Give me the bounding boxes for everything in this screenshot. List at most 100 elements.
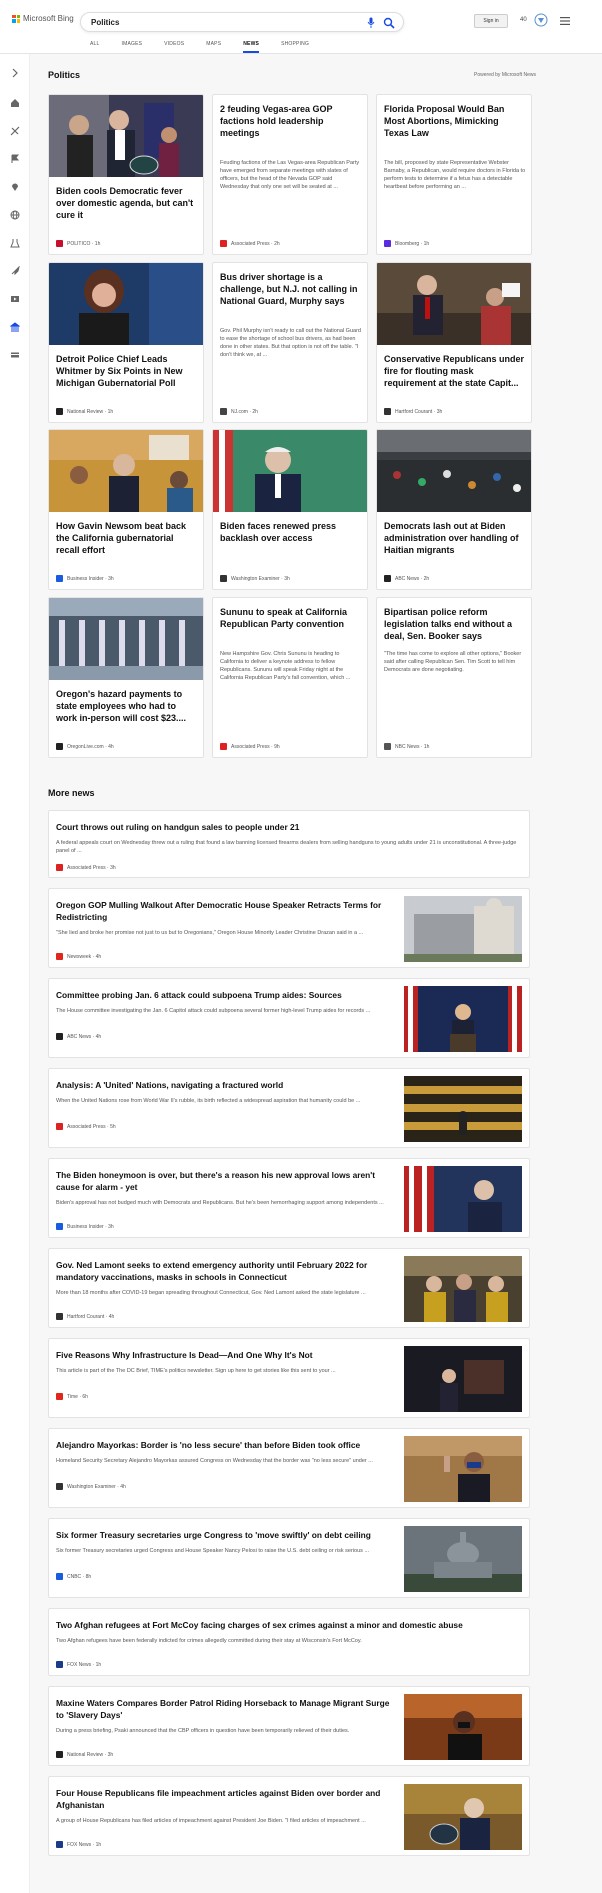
tab-videos[interactable]: VIDEOS bbox=[164, 41, 184, 53]
card-source[interactable]: ABC News · 2h bbox=[384, 575, 429, 582]
card-source[interactable]: POLITICO · 1h bbox=[56, 240, 100, 247]
news-row[interactable]: Oregon GOP Mulling Walkout After Democra… bbox=[48, 888, 530, 968]
news-row[interactable]: Five Reasons Why Infrastructure Is Dead—… bbox=[48, 1338, 530, 1418]
row-source[interactable]: ABC News · 4h bbox=[56, 1033, 101, 1040]
search-input[interactable]: Politics bbox=[91, 18, 119, 27]
row-title[interactable]: Six former Treasury secretaries urge Con… bbox=[56, 1529, 396, 1541]
row-source[interactable]: Business Insider · 3h bbox=[56, 1223, 114, 1230]
news-row[interactable]: Two Afghan refugees at Fort McCoy facing… bbox=[48, 1608, 530, 1676]
tab-maps[interactable]: MAPS bbox=[206, 41, 221, 53]
news-card[interactable]: 2 feuding Vegas-area GOP factions hold l… bbox=[212, 94, 368, 255]
card-title[interactable]: Bus driver shortage is a challenge, but … bbox=[220, 271, 362, 307]
news-row[interactable]: Committee probing Jan. 6 attack could su… bbox=[48, 978, 530, 1058]
video-icon[interactable] bbox=[10, 294, 20, 304]
news-row[interactable]: Maxine Waters Compares Border Patrol Rid… bbox=[48, 1686, 530, 1766]
news-row[interactable]: Alejandro Mayorkas: Border is 'no less s… bbox=[48, 1428, 530, 1508]
card-title[interactable]: Florida Proposal Would Ban Most Abortion… bbox=[384, 103, 526, 139]
search-icon[interactable] bbox=[383, 17, 395, 29]
card-source[interactable]: Business Insider · 3h bbox=[56, 575, 114, 582]
news-card[interactable]: Oregon's hazard payments to state employ… bbox=[48, 597, 204, 758]
card-source[interactable]: Bloomberg · 1h bbox=[384, 240, 429, 247]
card-source[interactable]: Associated Press · 2h bbox=[220, 240, 280, 247]
row-source[interactable]: Associated Press · 5h bbox=[56, 1123, 116, 1130]
card-title[interactable]: Oregon's hazard payments to state employ… bbox=[56, 688, 198, 724]
row-title[interactable]: Five Reasons Why Infrastructure Is Dead—… bbox=[56, 1349, 396, 1361]
menu-icon[interactable] bbox=[560, 17, 570, 25]
row-title[interactable]: Court throws out ruling on handgun sales… bbox=[56, 821, 522, 833]
card-source[interactable]: NBC News · 1h bbox=[384, 743, 429, 750]
row-source[interactable]: FOX News · 1h bbox=[56, 1841, 101, 1848]
money-icon[interactable] bbox=[10, 350, 20, 360]
news-card[interactable]: Conservative Republicans under fire for … bbox=[376, 262, 532, 423]
sign-in-button[interactable]: Sign in bbox=[474, 14, 508, 28]
row-snippet: When the United Nations rose from World … bbox=[56, 1098, 361, 1104]
tab-images[interactable]: IMAGES bbox=[122, 41, 143, 53]
news-row[interactable]: Gov. Ned Lamont seeks to extend emergenc… bbox=[48, 1248, 530, 1328]
expand-icon[interactable] bbox=[10, 68, 20, 78]
politics-icon[interactable] bbox=[10, 322, 20, 332]
search-box[interactable]: Politics bbox=[80, 12, 404, 32]
row-title[interactable]: The Biden honeymoon is over, but there's… bbox=[56, 1169, 396, 1193]
card-title[interactable]: How Gavin Newsom beat back the Californi… bbox=[56, 520, 198, 556]
science-icon[interactable] bbox=[10, 238, 20, 248]
news-card[interactable]: Bipartisan police reform legislation tal… bbox=[376, 597, 532, 758]
card-source[interactable]: Washington Examiner · 3h bbox=[220, 575, 290, 582]
row-source[interactable]: Hartford Courant · 4h bbox=[56, 1313, 114, 1320]
news-row[interactable]: The Biden honeymoon is over, but there's… bbox=[48, 1158, 530, 1238]
microphone-icon[interactable] bbox=[367, 17, 375, 29]
row-source[interactable]: FOX News · 1h bbox=[56, 1661, 101, 1668]
tools-icon[interactable] bbox=[10, 126, 20, 136]
row-source[interactable]: Associated Press · 3h bbox=[56, 864, 116, 871]
card-source[interactable]: Associated Press · 9h bbox=[220, 743, 280, 750]
location-icon[interactable] bbox=[10, 182, 20, 192]
rocket-icon[interactable] bbox=[10, 266, 20, 276]
news-card[interactable]: Biden faces renewed press backlash over … bbox=[212, 429, 368, 590]
flag-icon[interactable] bbox=[10, 154, 20, 164]
news-row[interactable]: Six former Treasury secretaries urge Con… bbox=[48, 1518, 530, 1598]
tab-news[interactable]: NEWS bbox=[243, 41, 260, 53]
rewards-icon[interactable] bbox=[534, 13, 548, 27]
news-row[interactable]: Analysis: A 'United' Nations, navigating… bbox=[48, 1068, 530, 1148]
card-title[interactable]: Biden cools Democratic fever over domest… bbox=[56, 185, 198, 221]
news-row[interactable]: Four House Republicans file impeachment … bbox=[48, 1776, 530, 1856]
news-card[interactable]: Detroit Police Chief Leads Whitmer by Si… bbox=[48, 262, 204, 423]
row-title[interactable]: Two Afghan refugees at Fort McCoy facing… bbox=[56, 1619, 522, 1631]
row-title[interactable]: Analysis: A 'United' Nations, navigating… bbox=[56, 1079, 396, 1091]
card-title[interactable]: Democrats lash out at Biden administrati… bbox=[384, 520, 526, 556]
row-source[interactable]: Washington Examiner · 4h bbox=[56, 1483, 126, 1490]
news-card[interactable]: Biden cools Democratic fever over domest… bbox=[48, 94, 204, 255]
row-title[interactable]: Committee probing Jan. 6 attack could su… bbox=[56, 989, 396, 1001]
row-title[interactable]: Four House Republicans file impeachment … bbox=[56, 1787, 396, 1811]
row-title[interactable]: Alejandro Mayorkas: Border is 'no less s… bbox=[56, 1439, 396, 1451]
home-icon[interactable] bbox=[10, 98, 20, 108]
tab-shopping[interactable]: SHOPPING bbox=[281, 41, 309, 53]
card-source[interactable]: Hartford Courant · 3h bbox=[384, 408, 442, 415]
news-card[interactable]: Florida Proposal Would Ban Most Abortion… bbox=[376, 94, 532, 255]
bing-logo[interactable]: Microsoft Bing bbox=[12, 14, 74, 23]
row-title[interactable]: Oregon GOP Mulling Walkout After Democra… bbox=[56, 899, 396, 923]
news-card[interactable]: Bus driver shortage is a challenge, but … bbox=[212, 262, 368, 423]
tab-all[interactable]: ALL bbox=[90, 41, 100, 53]
news-card[interactable]: Democrats lash out at Biden administrati… bbox=[376, 429, 532, 590]
news-row[interactable]: Court throws out ruling on handgun sales… bbox=[48, 810, 530, 878]
row-title[interactable]: Gov. Ned Lamont seeks to extend emergenc… bbox=[56, 1259, 396, 1283]
card-source[interactable]: NJ.com · 2h bbox=[220, 408, 258, 415]
card-source[interactable]: OregonLive.com · 4h bbox=[56, 743, 114, 750]
powered-by[interactable]: Powered by Microsoft News bbox=[474, 72, 536, 78]
row-source[interactable]: Newsweek · 4h bbox=[56, 953, 101, 960]
row-source[interactable]: National Review · 3h bbox=[56, 1751, 113, 1758]
row-title[interactable]: Maxine Waters Compares Border Patrol Rid… bbox=[56, 1697, 396, 1721]
row-source[interactable]: CNBC · 8h bbox=[56, 1573, 91, 1580]
card-title[interactable]: Detroit Police Chief Leads Whitmer by Si… bbox=[56, 353, 198, 389]
news-card[interactable]: Sununu to speak at California Republican… bbox=[212, 597, 368, 758]
card-title[interactable]: Sununu to speak at California Republican… bbox=[220, 606, 362, 630]
card-source[interactable]: National Review · 1h bbox=[56, 408, 113, 415]
card-title[interactable]: Bipartisan police reform legislation tal… bbox=[384, 606, 526, 642]
globe-icon[interactable] bbox=[10, 210, 20, 220]
news-card[interactable]: How Gavin Newsom beat back the Californi… bbox=[48, 429, 204, 590]
card-title[interactable]: 2 feuding Vegas-area GOP factions hold l… bbox=[220, 103, 362, 139]
rewards-points[interactable]: 40 bbox=[520, 17, 527, 23]
card-title[interactable]: Conservative Republicans under fire for … bbox=[384, 353, 526, 389]
row-source[interactable]: Time · 6h bbox=[56, 1393, 88, 1400]
card-title[interactable]: Biden faces renewed press backlash over … bbox=[220, 520, 362, 544]
